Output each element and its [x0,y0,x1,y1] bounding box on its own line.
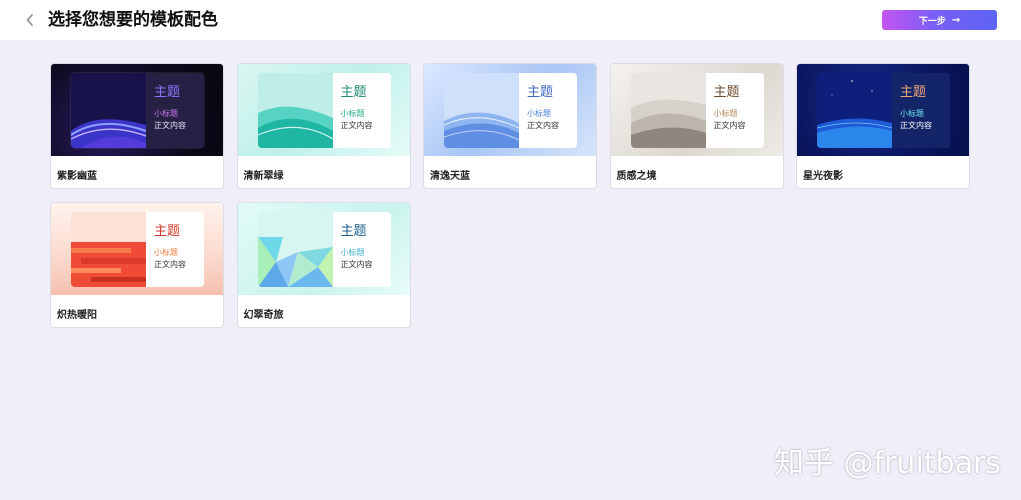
slide-body: 正文内容 [154,260,186,269]
slide-body: 正文内容 [713,121,746,130]
slide-mockup: 主题 小标题 正文内容 [71,212,204,287]
template-name: 清逸天蓝 [430,171,470,182]
slide-subtitle: 小标题 [713,109,738,118]
back-button[interactable] [22,10,38,30]
slide-text-panel: 主题 小标题 正文内容 [519,73,577,148]
template-card-starlight-night[interactable]: 主题 小标题 正文内容 星光夜影 [796,63,970,189]
template-name: 星光夜影 [803,171,843,182]
slide-text-panel: 主题 小标题 正文内容 [146,212,204,287]
slide-text-panel: 主题 小标题 正文内容 [332,73,391,148]
template-name: 幻翠奇旅 [243,310,284,321]
slide-mockup: 主题 小标题 正文内容 [630,73,764,148]
template-card-purple-blue[interactable]: 主题 小标题 正文内容 紫影幽蓝 [50,63,224,189]
slide-title: 主题 [900,85,927,100]
template-preview: 主题 小标题 正文内容 [797,64,969,156]
template-preview: 主题 小标题 正文内容 [51,203,223,295]
template-preview: 主题 小标题 正文内容 [424,64,596,156]
slide-title: 主题 [340,85,367,100]
template-card-emerald-journey[interactable]: 主题 小标题 正文内容 幻翠奇旅 [236,202,411,328]
slide-artwork [257,212,333,287]
slide-subtitle: 小标题 [154,109,178,118]
slide-mockup: 主题 小标题 正文内容 [257,212,391,287]
slide-mockup: 主题 小标题 正文内容 [71,73,204,148]
slide-subtitle: 小标题 [527,109,551,118]
template-preview: 主题 小标题 正文内容 [237,64,410,156]
slide-artwork [817,73,892,148]
slide-title: 主题 [713,85,740,100]
slide-mockup: 主题 小标题 正文内容 [817,73,950,148]
slide-text-panel: 主题 小标题 正文内容 [705,73,764,148]
slide-mockup: 主题 小标题 正文内容 [257,73,391,148]
template-preview: 主题 小标题 正文内容 [237,203,410,295]
slide-body: 正文内容 [154,121,186,130]
arrow-right-icon: → [951,14,961,26]
slide-title: 主题 [340,224,367,239]
slide-body: 正文内容 [340,260,373,269]
template-name: 炽热暖阳 [57,310,97,321]
slide-body: 正文内容 [340,121,373,130]
slide-subtitle: 小标题 [900,109,924,118]
slide-body: 正文内容 [900,121,932,130]
slide-artwork [71,73,146,148]
slide-mockup: 主题 小标题 正文内容 [444,73,577,148]
template-card-sky-blue[interactable]: 主题 小标题 正文内容 清逸天蓝 [423,63,597,189]
chevron-left-icon [26,14,33,26]
slide-body: 正文内容 [527,121,559,130]
slide-text-panel: 主题 小标题 正文内容 [892,73,950,148]
next-step-label: 下一步 [918,16,946,27]
page-title: 选择您想要的模板配色 [48,10,218,30]
slide-artwork [444,73,519,148]
template-card-warm-sun[interactable]: 主题 小标题 正文内容 炽热暖阳 [50,202,224,328]
slide-text-panel: 主题 小标题 正文内容 [146,73,204,148]
template-name: 紫影幽蓝 [57,171,97,182]
template-name: 清新翠绿 [243,171,284,182]
slide-subtitle: 小标题 [154,248,178,257]
template-name: 质感之境 [616,171,657,182]
slide-artwork [257,73,333,148]
slide-subtitle: 小标题 [340,109,365,118]
next-step-button[interactable]: 下一步 → [882,10,997,30]
template-card-fresh-green[interactable]: 主题 小标题 正文内容 清新翠绿 [236,63,411,189]
slide-title: 主题 [154,85,181,100]
template-preview: 主题 小标题 正文内容 [51,64,223,156]
template-preview: 主题 小标题 正文内容 [610,64,783,156]
slide-text-panel: 主题 小标题 正文内容 [332,212,391,287]
top-bar: 选择您想要的模板配色 下一步 → [0,0,1021,40]
slide-title: 主题 [154,224,181,239]
template-grid: 主题 小标题 正文内容 紫影幽蓝 主题 小标题 正文内容 清新翠绿 主题 小标题… [50,63,972,328]
slide-artwork [630,73,706,148]
template-card-texture[interactable]: 主题 小标题 正文内容 质感之境 [609,63,784,189]
watermark: 知乎 @fruitbars [774,446,1001,481]
slide-title: 主题 [527,85,554,100]
slide-artwork [71,212,146,287]
slide-subtitle: 小标题 [340,248,365,257]
